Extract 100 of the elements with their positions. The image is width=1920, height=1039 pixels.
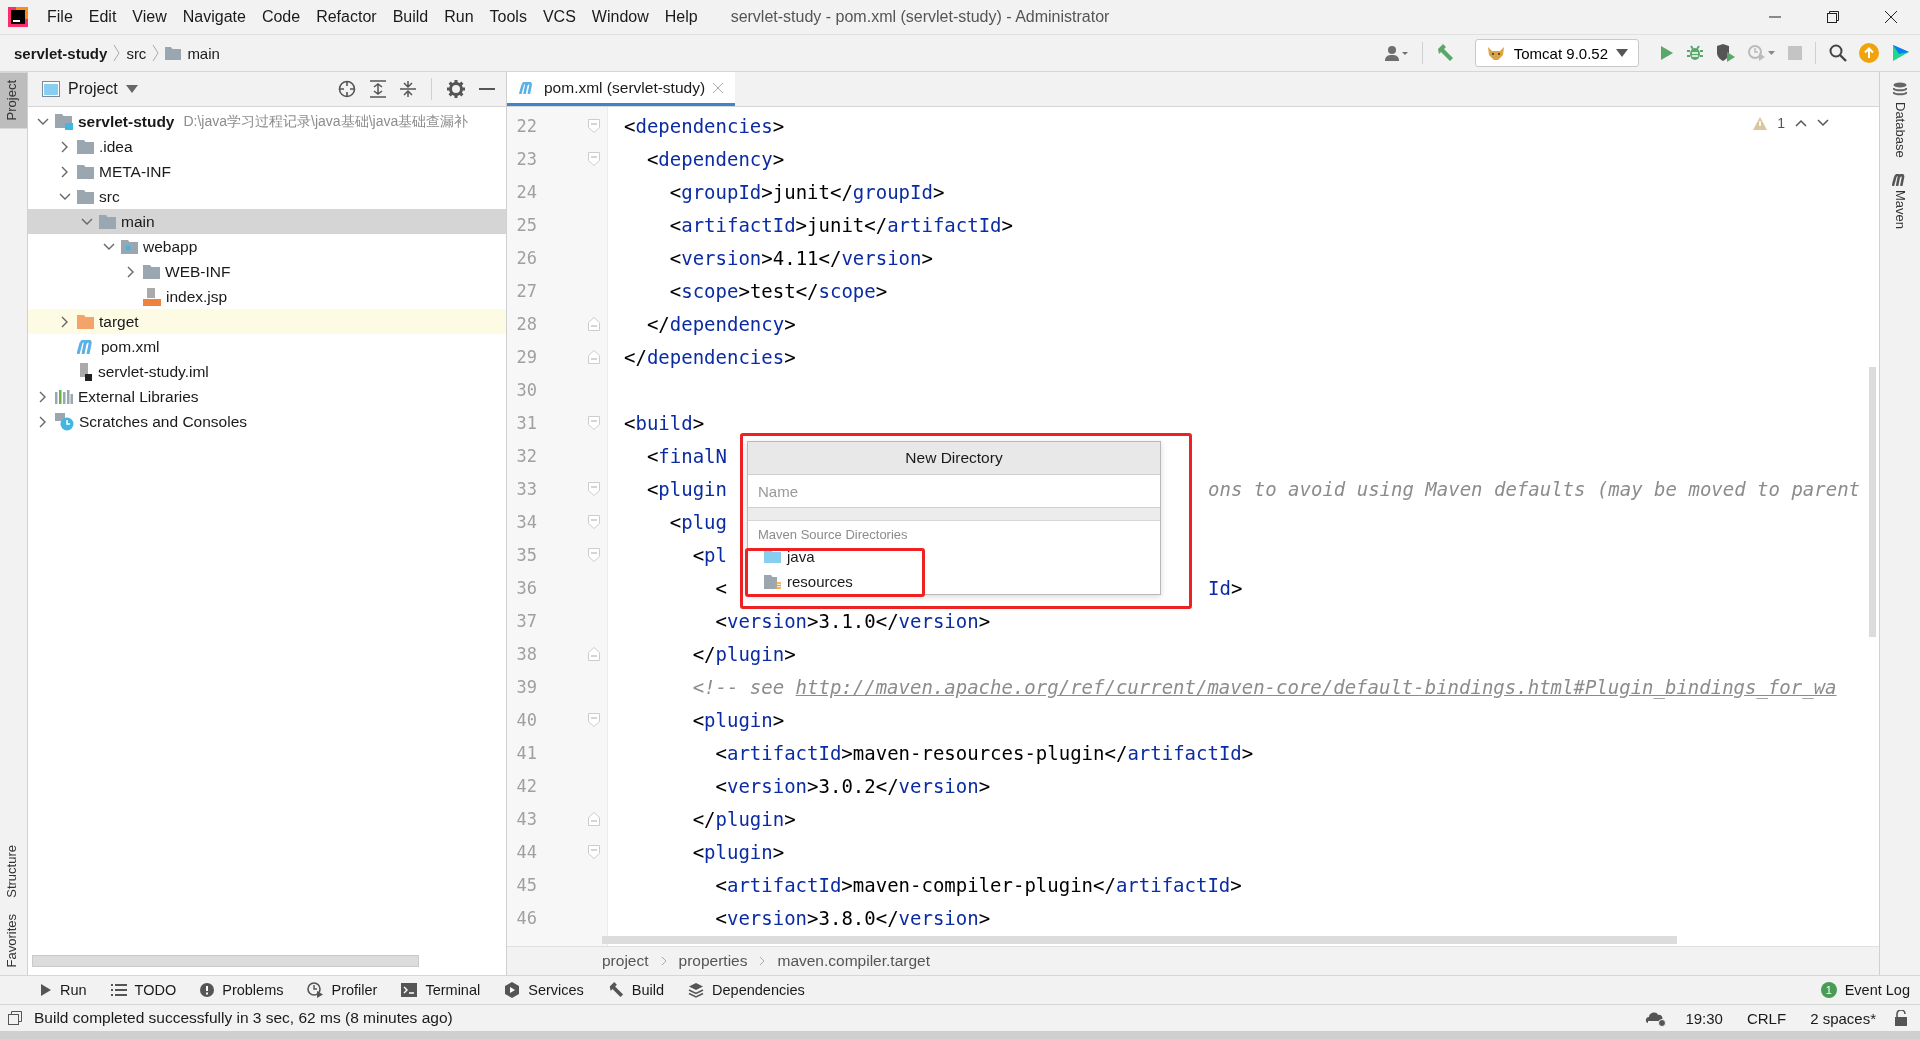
scrollbar[interactable] [1869,367,1876,637]
tool-window-tab[interactable]: Problems [190,980,294,1000]
tool-window-tab[interactable]: Database [1892,82,1908,158]
folder-icon [121,239,138,254]
close-icon[interactable] [713,82,724,93]
menu-item[interactable]: Navigate [175,5,253,29]
tool-window-tab[interactable]: Favorites [0,905,27,975]
chevron-icon [113,44,121,62]
menu-item[interactable]: Edit [81,5,124,29]
caret-position[interactable]: 19:30 [1679,1009,1729,1027]
tree-item[interactable]: pom.xml [28,334,506,359]
line-number: 35 [515,544,537,565]
directory-option[interactable]: java [748,544,1160,569]
editor-tab[interactable]: pom.xml (servlet-study) [507,72,736,106]
tree-item[interactable]: servlet-study D:\java学习过程记录\java基础\java基础查漏补 [28,109,506,134]
tree-item[interactable]: servlet-study.iml [28,359,506,384]
count-badge: 1 [1820,982,1837,998]
lock-icon[interactable] [1894,1010,1908,1026]
jsp-file-icon [143,287,161,306]
code-line: </dependencies> [624,345,796,368]
services-icon [504,982,521,998]
menu-item[interactable]: View [125,5,174,29]
warning-count[interactable]: 1 [1777,115,1785,131]
tool-window-tab[interactable]: Profiler [297,980,388,1000]
line-number: 33 [515,478,537,499]
settings-icon[interactable] [444,77,468,101]
menu-item[interactable]: Window [584,5,656,29]
menu-item[interactable]: Build [385,5,436,29]
cat-icon [1485,45,1506,61]
line-separator[interactable]: CRLF [1740,1009,1793,1027]
name-field[interactable]: Name [748,475,1160,508]
folder-icon [77,189,94,204]
code-line: </plugin> [691,807,796,830]
update-icon[interactable] [1856,40,1882,66]
breadcrumb-item[interactable]: src [126,44,147,62]
window-icon [42,81,60,97]
menu-item[interactable]: Help [657,5,705,29]
breadcrumb-item[interactable]: maven.compiler.target [777,952,930,970]
section-label: Maven Source Directories [757,526,909,544]
folder-icon [55,113,73,130]
tree-item[interactable]: src [28,184,506,209]
tree-item[interactable]: META-INF [28,159,506,184]
menu-item[interactable]: Code [254,5,308,29]
line-number: 31 [515,412,537,433]
tool-window-tab[interactable]: Run [30,980,97,1000]
scrollbar[interactable] [32,955,419,967]
expand-all-icon[interactable] [367,77,389,101]
tool-window-tab[interactable]: Structure [0,836,27,906]
tool-window-tab[interactable]: Project [0,72,27,129]
database-icon [1893,82,1907,98]
scratches-icon [55,412,74,431]
profiler-icon [307,982,324,998]
breadcrumb-item[interactable]: main [187,44,220,62]
panel-toggle-icon[interactable] [8,1011,22,1025]
line-number: 46 [515,907,537,928]
code-line: <artifactId>maven-compiler-plugin</artifactId> [714,873,1242,896]
tool-window-tab[interactable]: Build [597,980,675,1000]
tool-window-tab[interactable]: Services [494,980,594,1000]
code-line: <version>3.0.2</version> [714,774,991,797]
tree-item[interactable]: Scratches and Consoles [28,409,506,434]
tool-window-tab[interactable]: Maven [1892,173,1908,229]
line-number: 36 [515,577,537,598]
event-log-button[interactable]: 1 Event Log [1810,980,1920,1000]
tree-item[interactable]: target [28,309,506,334]
panel-title[interactable]: Project [68,80,118,98]
tree-item[interactable]: .idea [28,134,506,159]
code-line: <dependency> [645,147,785,170]
menu-item[interactable]: Refactor [309,5,384,29]
code-line: </dependency> [645,312,796,335]
line-number: 39 [515,676,537,697]
menu-item[interactable]: File [40,5,80,29]
tree-item[interactable]: External Libraries [28,384,506,409]
indent-setting[interactable]: 2 spaces* [1804,1009,1882,1027]
code-line: <build> [624,411,705,434]
breadcrumb-item[interactable]: project [602,952,649,970]
code-line: <plugin [645,477,727,500]
tool-window-tab[interactable]: Dependencies [678,980,815,1000]
line-number: 37 [515,610,537,631]
menu-item[interactable]: Tools [482,5,534,29]
tree-item[interactable]: main [28,209,506,234]
hammer-icon [607,982,624,998]
code-line: <pl [691,543,727,566]
tool-window-tab[interactable]: Terminal [391,980,491,1000]
scrollbar[interactable] [602,936,1677,944]
play-icon [40,983,52,997]
directory-option[interactable]: resources [748,569,1160,594]
line-number: 26 [515,247,537,268]
code-comment: <!-- see [691,675,786,698]
code-line: <scope>test</scope> [668,279,888,302]
menu-item[interactable]: VCS [535,5,583,29]
breadcrumb-item[interactable]: properties [678,952,748,970]
run-configuration-dropdown[interactable]: Tomcat 9.0.52 [1474,39,1639,67]
line-number: 27 [515,280,537,301]
tree-item[interactable]: index.jsp [28,284,506,309]
tree-item[interactable]: WEB-INF [28,259,506,284]
breadcrumb-item[interactable]: servlet-study [14,44,108,62]
menu-item[interactable]: Run [437,5,481,29]
tool-window-tab[interactable]: TODO [100,980,187,1000]
tree-item[interactable]: webapp [28,234,506,259]
caret-icon[interactable] [125,85,138,93]
